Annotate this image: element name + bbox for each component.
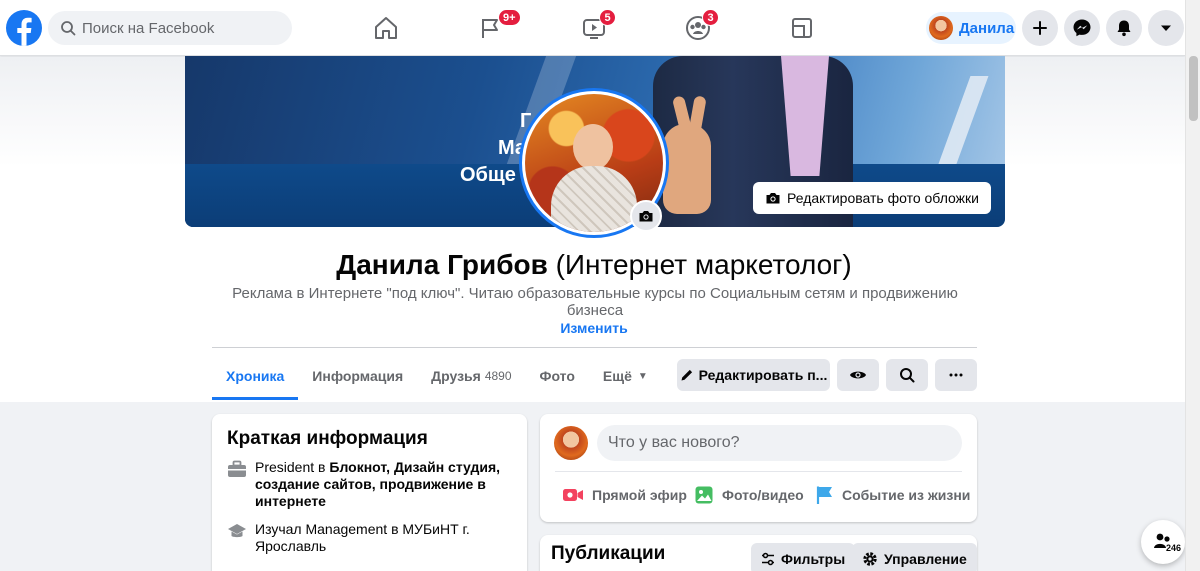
flag-icon [816, 486, 832, 504]
tab-more[interactable]: Ещё ▼ [589, 352, 662, 400]
profile-chip[interactable]: Данила [926, 12, 1016, 44]
intro-work: President в Блокнот, Дизайн студия, созд… [227, 459, 512, 510]
camera-icon [639, 211, 653, 222]
gaming-icon [792, 18, 812, 38]
facebook-logo-icon[interactable] [6, 10, 42, 46]
edit-profile-button[interactable]: Редактировать п... [677, 359, 830, 391]
pencil-icon [681, 369, 692, 381]
contacts-float-button[interactable]: 246 [1141, 520, 1185, 564]
live-video-button[interactable]: Прямой эфир [562, 483, 687, 507]
search-icon [61, 21, 76, 36]
gear-icon [863, 552, 877, 566]
top-nav: 9+ 5 3 Данила [0, 0, 1185, 56]
notifications-button[interactable] [1106, 10, 1142, 46]
create-button[interactable] [1022, 10, 1058, 46]
briefcase-icon [228, 460, 246, 477]
search-icon [900, 368, 915, 383]
friends-count: 4890 [484, 369, 512, 383]
plus-icon [1033, 21, 1047, 35]
intro-title: Краткая информация [227, 428, 428, 449]
posts-card: Публикации Фильтры Управление [540, 535, 977, 571]
graduation-cap-icon [228, 524, 246, 538]
tab-timeline[interactable]: Хроника [212, 352, 299, 400]
composer-input[interactable]: Что у вас нового? [597, 425, 962, 461]
profile-alt-name: (Интернет маркетолог) [555, 249, 852, 280]
camera-icon [766, 193, 780, 204]
divider [212, 347, 977, 348]
search-profile-button[interactable] [886, 359, 928, 391]
divider [555, 471, 962, 472]
view-as-button[interactable] [837, 359, 879, 391]
edit-bio-link[interactable]: Изменить [0, 320, 1188, 336]
composer-card: Что у вас нового? Прямой эфир Фото/видео… [540, 414, 977, 522]
profile-bio: Реклама в Интернете "под ключ". Читаю об… [232, 285, 958, 319]
edit-cover-button[interactable]: Редактировать фото обложки [753, 182, 991, 214]
filter-sliders-icon [762, 552, 774, 566]
search-input[interactable] [82, 19, 272, 37]
contacts-count: 246 [1165, 543, 1181, 553]
intro-education: Изучал Management в МУБиНТ г. Ярославль [227, 521, 512, 555]
watch-badge: 5 [599, 9, 616, 26]
nav-gaming[interactable] [752, 2, 852, 54]
filters-button[interactable]: Фильтры [751, 543, 856, 571]
home-icon [375, 17, 397, 39]
nav-pages[interactable]: 9+ [440, 2, 540, 54]
photo-video-button[interactable]: Фото/видео [694, 483, 804, 507]
messenger-icon [1073, 19, 1091, 37]
tab-friends[interactable]: Друзья 4890 [417, 352, 525, 400]
posts-title: Публикации [551, 543, 666, 564]
scrollbar[interactable] [1185, 0, 1200, 571]
tab-photos[interactable]: Фото [526, 352, 589, 400]
tab-about[interactable]: Информация [298, 352, 417, 400]
profile-name: Данила Грибов (Интернет маркетолог) [336, 249, 852, 280]
intro-card: Краткая информация President в Блокнот, … [212, 414, 527, 571]
avatar [554, 426, 588, 460]
more-dots-icon [949, 373, 963, 377]
life-event-button[interactable]: Событие из жизни [816, 483, 970, 507]
avatar [929, 16, 953, 40]
eye-icon [850, 371, 866, 379]
scrollbar-thumb[interactable] [1189, 56, 1198, 121]
nav-watch[interactable]: 5 [544, 2, 644, 54]
nav-groups[interactable]: 3 [648, 2, 748, 54]
bell-icon [1117, 20, 1131, 37]
photo-icon [695, 486, 713, 504]
pages-badge: 9+ [498, 9, 521, 26]
caret-down-icon [1161, 25, 1171, 31]
update-profile-picture-button[interactable] [630, 200, 662, 232]
nav-home[interactable] [336, 2, 436, 54]
live-video-icon [563, 489, 583, 501]
manage-posts-button[interactable]: Управление [852, 543, 977, 571]
messenger-button[interactable] [1064, 10, 1100, 46]
groups-badge: 3 [702, 9, 719, 26]
edit-cover-label: Редактировать фото обложки [787, 190, 979, 206]
caret-down-icon: ▼ [637, 370, 648, 382]
more-options-button[interactable] [935, 359, 977, 391]
search-bar[interactable] [48, 11, 292, 45]
profile-chip-name: Данила [959, 19, 1015, 37]
account-menu-button[interactable] [1148, 10, 1184, 46]
profile-tabs: Хроника Информация Друзья 4890 Фото Ещё ▼ [212, 352, 662, 400]
